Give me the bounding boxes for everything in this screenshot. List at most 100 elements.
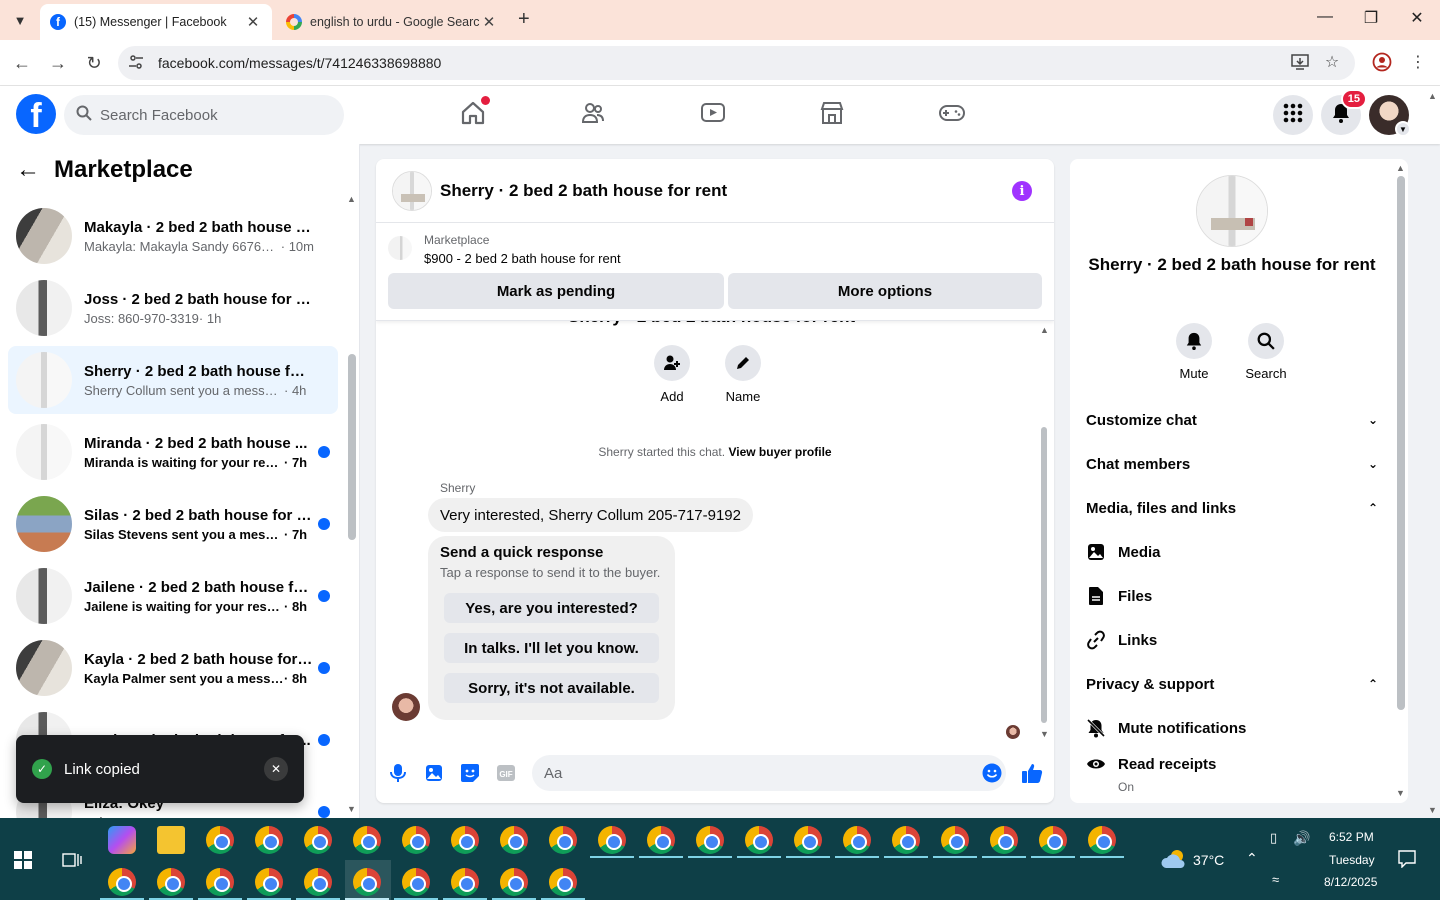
conversation-item[interactable]: Kayla · 2 bed 2 bath house for ... Kayla … [8,634,338,702]
chrome-icon[interactable] [843,826,871,854]
name-chat-action[interactable]: Name [713,345,773,404]
clock-time[interactable]: 6:52 PM [1329,830,1374,844]
chrome-icon[interactable] [451,826,479,854]
weather-temperature[interactable]: 37°C [1193,852,1224,868]
microphone-icon[interactable] [384,759,412,787]
chrome-icon[interactable] [549,868,577,896]
profile-icon[interactable] [1368,48,1396,76]
copilot-icon[interactable] [108,826,136,854]
chrome-icon[interactable] [598,826,626,854]
close-window-icon[interactable]: ✕ [1394,8,1440,28]
chrome-icon[interactable] [255,868,283,896]
thumbs-up-icon[interactable] [1018,759,1046,787]
tab-google-search[interactable]: english to urdu - Google Search ✕ [276,4,508,40]
conversation-item[interactable]: Jailene · 2 bed 2 bath house fo... Jailen… [8,562,338,630]
scroll-down-arrow-icon[interactable]: ▼ [1040,729,1049,739]
chrome-icon[interactable] [206,868,234,896]
chrome-icon[interactable] [549,826,577,854]
read-receipts-item[interactable]: Read receipts On [1086,742,1378,794]
chrome-icon[interactable] [353,868,381,896]
nav-gaming[interactable] [896,86,1008,144]
menu-grid-button[interactable] [1273,95,1313,135]
chrome-icon[interactable] [745,826,773,854]
file-explorer-icon[interactable] [157,826,185,854]
media-item[interactable]: Media [1086,530,1378,574]
chrome-icon[interactable] [108,868,136,896]
files-item[interactable]: Files [1086,574,1378,618]
clock-day[interactable]: Tuesday [1329,853,1375,867]
scroll-up-arrow-icon[interactable]: ▲ [1396,163,1405,173]
conversation-item[interactable]: Makayla · 2 bed 2 bath house fo... Makayl… [8,202,338,270]
browser-menu-icon[interactable]: ⋮ [1404,48,1432,76]
info-icon[interactable]: i [1012,181,1032,201]
device-icon[interactable]: ▯ [1270,830,1277,846]
account-chevron-icon[interactable]: ▼ [1395,121,1411,137]
chat-title[interactable]: Sherry · 2 bed 2 bath house for rent [440,181,727,201]
site-settings-icon[interactable] [128,54,148,73]
view-buyer-profile-link[interactable]: View buyer profile [728,445,831,459]
chat-scrollbar[interactable] [1041,427,1047,723]
info-panel-scrollbar[interactable] [1397,176,1405,710]
chrome-icon[interactable] [1088,826,1116,854]
show-hidden-icons-chevron-icon[interactable]: ⌃ [1246,850,1258,867]
chrome-icon[interactable] [206,826,234,854]
chrome-icon[interactable] [353,826,381,854]
media-files-links-section[interactable]: Media, files and links ⌃ [1086,486,1378,530]
conversation-item[interactable]: Silas · 2 bed 2 bath house for r... Silas… [8,490,338,558]
restore-icon[interactable]: ❐ [1348,8,1394,28]
chrome-icon[interactable] [304,868,332,896]
back-arrow-icon[interactable]: ← [9,50,35,76]
install-app-icon[interactable] [1286,48,1314,76]
chrome-icon[interactable] [696,826,724,854]
customize-chat-section[interactable]: Customize chat ⌄ [1086,398,1378,442]
sidebar-scrollbar[interactable] [348,354,356,540]
close-tab-icon[interactable]: ✕ [244,13,262,31]
message-input[interactable] [544,764,964,782]
tab-messenger[interactable]: f (15) Messenger | Facebook ✕ [40,4,272,40]
chrome-icon[interactable] [1039,826,1067,854]
chrome-icon[interactable] [941,826,969,854]
privacy-support-section[interactable]: Privacy & support ⌃ [1086,662,1378,706]
clock-date[interactable]: 8/12/2025 [1324,875,1377,889]
weather-icon[interactable] [1160,848,1188,875]
volume-icon[interactable]: 🔊 [1293,830,1310,847]
network-icon[interactable]: ≈ [1272,872,1279,887]
photo-icon[interactable] [420,759,448,787]
gif-icon[interactable]: GIF [492,759,520,787]
quick-response-button[interactable]: Yes, are you interested? [444,593,659,623]
chrome-icon[interactable] [304,826,332,854]
chrome-icon[interactable] [647,826,675,854]
forward-arrow-icon[interactable]: → [45,50,71,76]
nav-video[interactable] [657,86,769,144]
new-tab-plus-icon[interactable]: + [518,8,530,31]
bookmark-star-icon[interactable]: ☆ [1318,48,1346,76]
add-person-action[interactable]: Add [642,345,702,404]
search-input[interactable] [100,106,320,124]
conversation-item[interactable]: Joss · 2 bed 2 bath house for rent Joss: … [8,274,338,342]
facebook-logo[interactable]: f [16,94,56,134]
windows-start-icon[interactable] [14,851,32,874]
incoming-message[interactable]: Very interested, Sherry Collum 205-717-9… [428,498,753,532]
links-item[interactable]: Links [1086,618,1378,662]
chat-members-section[interactable]: Chat members ⌄ [1086,442,1378,486]
scroll-down-arrow-icon[interactable]: ▼ [1396,788,1405,798]
close-icon[interactable]: ✕ [264,757,288,781]
chrome-icon[interactable] [402,826,430,854]
notifications-button[interactable]: 15 [1321,89,1367,135]
back-arrow-icon[interactable]: ← [16,156,40,184]
scroll-down-arrow-icon[interactable]: ▼ [347,804,356,814]
nav-home[interactable] [417,86,529,144]
chrome-icon[interactable] [990,826,1018,854]
quick-response-button[interactable]: Sorry, it's not available. [444,673,659,703]
page-scroll-down-arrow-icon[interactable]: ▼ [1428,805,1437,815]
facebook-search[interactable] [64,95,344,135]
chrome-icon[interactable] [402,868,430,896]
chrome-icon[interactable] [892,826,920,854]
scroll-up-arrow-icon[interactable]: ▲ [1040,325,1049,335]
minimize-icon[interactable]: — [1302,8,1348,26]
chrome-icon[interactable] [794,826,822,854]
close-tab-icon[interactable]: ✕ [480,13,498,31]
conversation-item[interactable]: Sherry · 2 bed 2 bath house for r... Sher… [8,346,338,414]
nav-friends[interactable] [537,86,649,144]
notification-center-icon[interactable] [1398,850,1416,873]
